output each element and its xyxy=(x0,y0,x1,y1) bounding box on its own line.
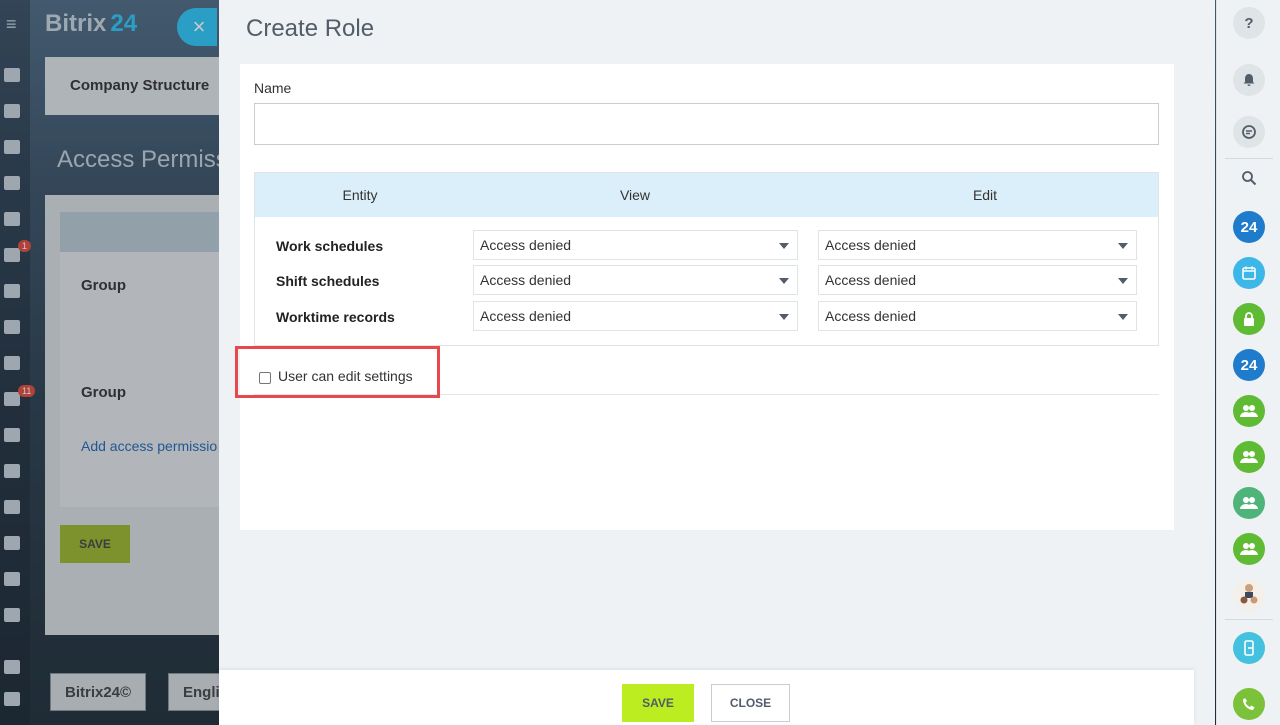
close-button[interactable]: CLOSE xyxy=(711,684,790,722)
permissions-table: Entity View Edit Work schedules Access d… xyxy=(254,172,1159,346)
name-label: Name xyxy=(254,80,292,96)
row-label-work-schedules: Work schedules xyxy=(276,238,384,254)
calendar-icon[interactable] xyxy=(1233,257,1265,289)
bitrix24-icon[interactable]: 24 xyxy=(1233,211,1265,243)
help-icon[interactable]: ? xyxy=(1233,7,1265,39)
search-icon[interactable] xyxy=(1233,162,1265,194)
slider-footer: SAVE CLOSE xyxy=(219,670,1194,725)
right-sidebar: ? 24 24 xyxy=(1216,0,1280,725)
chevron-down-icon xyxy=(1118,314,1128,320)
table-header: Entity View Edit xyxy=(255,173,1158,217)
chevron-down-icon xyxy=(1118,243,1128,249)
bell-icon[interactable] xyxy=(1233,64,1265,96)
slider-title: Create Role xyxy=(246,15,375,42)
chat-icon[interactable] xyxy=(1233,116,1265,148)
phone-icon[interactable] xyxy=(1233,688,1265,720)
row-label-shift-schedules: Shift schedules xyxy=(276,273,380,289)
name-input[interactable] xyxy=(254,103,1159,145)
edit-select-work-schedules[interactable]: Access denied xyxy=(818,230,1137,260)
view-select-work-schedules[interactable]: Access denied xyxy=(473,230,798,260)
highlight-annotation xyxy=(235,346,440,398)
save-button[interactable]: SAVE xyxy=(622,684,694,722)
chevron-down-icon xyxy=(779,314,789,320)
header-view: View xyxy=(619,187,651,203)
chevron-down-icon xyxy=(1118,278,1128,284)
row-label-worktime-records: Worktime records xyxy=(276,309,395,325)
chevron-down-icon xyxy=(779,243,789,249)
chevron-down-icon xyxy=(779,278,789,284)
edit-select-shift-schedules[interactable]: Access denied xyxy=(818,265,1137,295)
group-icon[interactable] xyxy=(1233,487,1265,519)
group-icon[interactable] xyxy=(1233,441,1265,473)
avatar[interactable] xyxy=(1233,579,1265,611)
role-form: Name Entity View Edit Work schedules Acc… xyxy=(240,64,1174,530)
header-edit: Edit xyxy=(972,187,998,203)
edit-select-worktime-records[interactable]: Access denied xyxy=(818,301,1137,331)
bitrix24-icon[interactable]: 24 xyxy=(1233,349,1265,381)
group-icon[interactable] xyxy=(1233,533,1265,565)
mobile-icon[interactable] xyxy=(1233,632,1265,664)
header-entity: Entity xyxy=(342,187,378,203)
lock-icon[interactable] xyxy=(1233,303,1265,335)
group-icon[interactable] xyxy=(1233,395,1265,427)
view-select-shift-schedules[interactable]: Access denied xyxy=(473,265,798,295)
view-select-worktime-records[interactable]: Access denied xyxy=(473,301,798,331)
